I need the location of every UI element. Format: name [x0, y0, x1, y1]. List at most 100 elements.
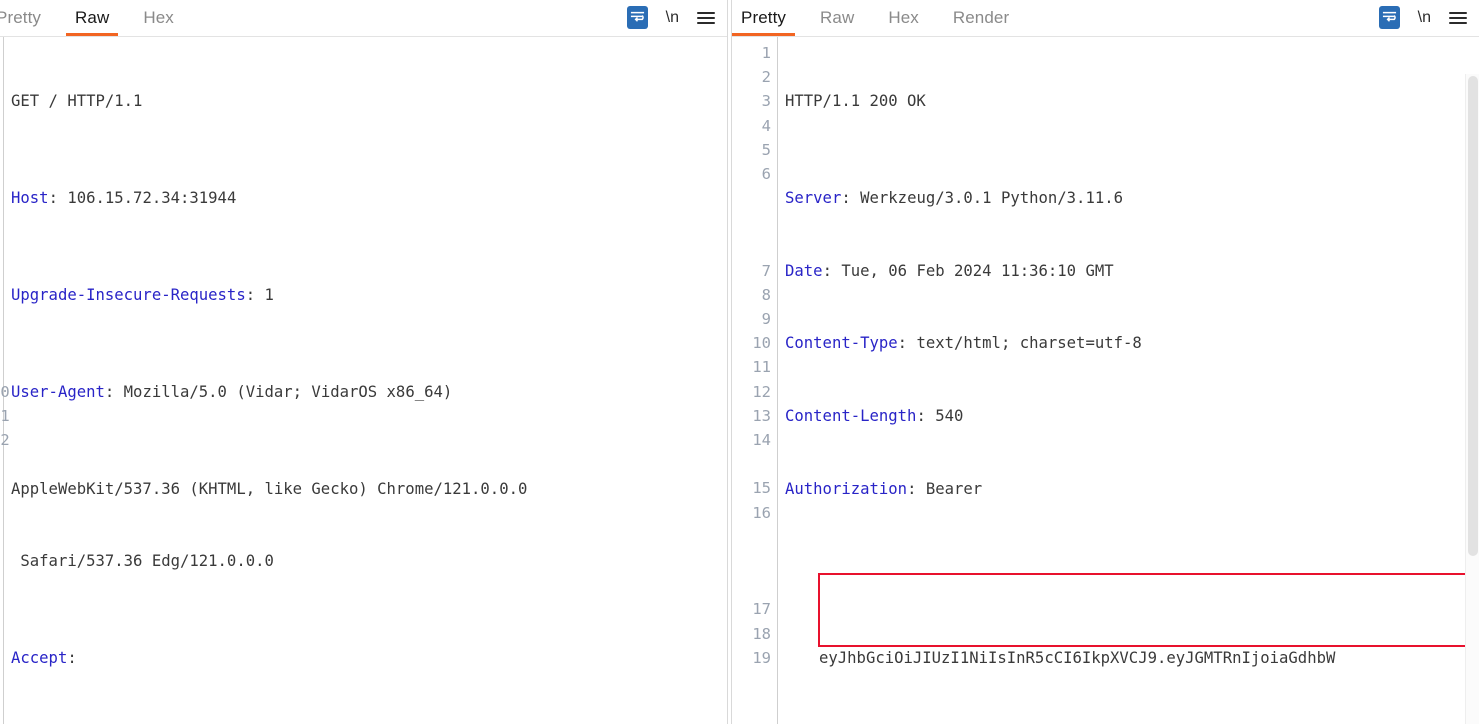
response-tool-icons: \n — [1378, 6, 1479, 36]
line-number: 4 — [761, 116, 771, 135]
request-tabbar: Pretty Raw Hex \n — [0, 0, 727, 37]
request-header-line: Host: 106.15.72.34:31944 — [11, 189, 237, 208]
request-code-text[interactable]: GET / HTTP/1.1 Host: 106.15.72.34:31944 … — [4, 37, 727, 724]
jwt-line: V7SFRUUF8hc18xbVAwclQ0bnR9In0.VKMdRQllG6… — [785, 719, 1463, 724]
request-panel: Pretty Raw Hex \n 0 1 2 GET / HTTP/1.1 H… — [0, 0, 727, 724]
hamburger-menu-icon[interactable] — [1449, 11, 1467, 24]
header-value: Tue, 06 Feb 2024 11:36:10 GMT — [841, 261, 1114, 280]
word-wrap-glyph — [1382, 11, 1396, 22]
tab-request-hex[interactable]: Hex — [134, 9, 183, 36]
response-status-line: HTTP/1.1 200 OK — [785, 89, 1463, 113]
header-value: Bearer — [925, 479, 983, 498]
request-wrapped-line: AppleWebKit/537.36 (KHTML, like Gecko) C… — [11, 477, 727, 501]
response-code-area[interactable]: 1 2 3 4 5 6 7 8 9 10 11 12 13 14 15 16 1… — [732, 37, 1479, 724]
request-tool-icons: \n — [626, 6, 727, 36]
tab-response-hex[interactable]: Hex — [879, 9, 928, 36]
response-line-numbers: 1 2 3 4 5 6 7 8 9 10 11 12 13 14 15 16 1… — [732, 37, 778, 724]
header-name: Authorization — [785, 479, 908, 498]
line-number: 19 — [752, 648, 771, 667]
word-wrap-glyph — [630, 11, 644, 22]
line-number — [732, 549, 771, 573]
line-number: 10 — [752, 334, 771, 353]
tab-request-raw[interactable]: Raw — [66, 9, 119, 36]
jwt-highlight-box — [818, 573, 1479, 648]
word-wrap-icon[interactable] — [626, 6, 648, 29]
response-authorization-line: Authorization: Bearer — [785, 479, 983, 498]
header-name: User-Agent — [11, 382, 105, 401]
line-number: 12 — [752, 382, 771, 401]
line-number: 16 — [752, 503, 771, 522]
jwt-token-block: eyJhbGciOiJIUzI1NiIsInR5cCI6IkpXVCJ9.eyJ… — [785, 573, 1479, 724]
tab-response-raw[interactable]: Raw — [811, 9, 863, 36]
line-number: 13 — [752, 406, 771, 425]
line-number: 2 — [761, 68, 771, 87]
header-value: 106.15.72.34:31944 — [67, 189, 237, 208]
hamburger-menu-glyph — [697, 11, 715, 24]
header-name: Content-Type — [785, 334, 898, 353]
header-value-cont: AppleWebKit/537.36 (KHTML, like Gecko) C… — [11, 479, 528, 498]
line-number — [732, 452, 771, 476]
line-number: 3 — [761, 92, 771, 111]
line-number: 7 — [761, 261, 771, 280]
newline-toggle-icon[interactable]: \n — [1418, 9, 1431, 26]
header-name: Server — [785, 189, 842, 208]
line-number — [732, 694, 771, 718]
header-name: Accept — [11, 648, 68, 667]
request-wrapped-line: Safari/537.36 Edg/121.0.0.0 — [11, 549, 727, 573]
jwt-line: eyJhbGciOiJIUzI1NiIsInR5cCI6IkpXVCJ9.eyJ… — [785, 646, 1463, 670]
request-header-line: Accept: — [11, 648, 77, 667]
line-number: 8 — [761, 285, 771, 304]
word-wrap-icon-box — [626, 6, 648, 29]
line-number — [732, 186, 771, 210]
response-code-text[interactable]: HTTP/1.1 200 OK Server: Werkzeug/3.0.1 P… — [778, 37, 1479, 724]
response-header-line: Content-Length: 540 — [785, 406, 964, 425]
header-value-cont: Safari/537.36 Edg/121.0.0.0 — [11, 552, 274, 571]
response-scrollbar[interactable] — [1465, 74, 1479, 724]
response-header-line: Content-Type: text/html; charset=utf-8 — [785, 334, 1142, 353]
word-wrap-icon[interactable] — [1378, 6, 1400, 29]
http-viewer-app: Pretty Raw Hex \n 0 1 2 GET / HTTP/1.1 H… — [0, 0, 1481, 724]
line-number: 5 — [761, 140, 771, 159]
line-number: 6 — [761, 164, 771, 183]
line-number — [732, 670, 771, 694]
header-value: 1 — [264, 286, 274, 304]
response-tabbar: Pretty Raw Hex Render \n — [732, 0, 1479, 37]
request-status-line: GET / HTTP/1.1 — [11, 89, 727, 113]
newline-toggle-icon[interactable]: \n — [666, 9, 679, 26]
response-header-line: Server: Werkzeug/3.0.1 Python/3.11.6 — [785, 189, 1123, 208]
response-tabs: Pretty Raw Hex Render — [732, 0, 1034, 36]
line-number: 15 — [752, 479, 771, 498]
request-header-line: Upgrade-Insecure-Requests: 1 — [11, 286, 274, 304]
tab-response-render[interactable]: Render — [944, 9, 1018, 36]
line-number — [732, 525, 771, 549]
request-header-line: User-Agent: Mozilla/5.0 (Vidar; VidarOS … — [11, 382, 453, 401]
status-line: HTTP/1.1 200 OK — [785, 92, 926, 111]
header-value: text/html; charset=utf-8 — [916, 334, 1142, 353]
line-number: 14 — [752, 431, 771, 449]
header-name: Host — [11, 189, 49, 208]
request-code-area[interactable]: 1 2 3 4 5 6 7 8 9 10 11 12 GET / HTTP/1.… — [0, 37, 727, 724]
response-scrollbar-thumb[interactable] — [1468, 76, 1478, 556]
line-number: 20 — [732, 718, 771, 724]
response-header-line: Date: Tue, 06 Feb 2024 11:36:10 GMT — [785, 261, 1114, 280]
request-line-1: GET / HTTP/1.1 — [11, 92, 143, 111]
line-number — [732, 210, 771, 234]
header-name: Date — [785, 261, 823, 280]
tab-request-pretty[interactable]: Pretty — [0, 9, 50, 36]
hamburger-menu-glyph — [1449, 11, 1467, 24]
header-name: Upgrade-Insecure-Requests — [11, 286, 246, 304]
line-number: 1 — [761, 44, 771, 62]
line-number: 9 — [761, 310, 771, 329]
tab-response-pretty[interactable]: Pretty — [732, 9, 796, 36]
header-value: Mozilla/5.0 (Vidar; VidarOS x86_64) — [123, 382, 453, 401]
request-tabs: Pretty Raw Hex — [0, 0, 199, 36]
word-wrap-icon-box — [1378, 6, 1400, 29]
header-name: Content-Length — [785, 406, 917, 425]
header-value: Werkzeug/3.0.1 Python/3.11.6 — [860, 189, 1123, 208]
header-value: 540 — [935, 406, 964, 425]
response-panel: Pretty Raw Hex Render \n 1 2 3 4 5 6 7 8… — [732, 0, 1479, 724]
hamburger-menu-icon[interactable] — [697, 11, 715, 24]
line-number: 17 — [752, 600, 771, 619]
line-number: 18 — [752, 624, 771, 643]
line-number — [732, 573, 771, 597]
